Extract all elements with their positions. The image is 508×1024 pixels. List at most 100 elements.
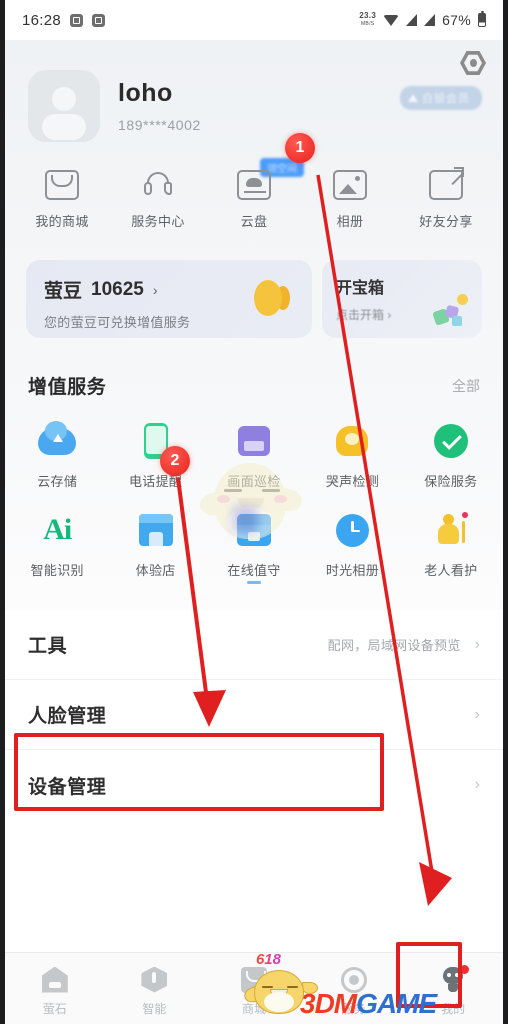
list-row-device-management[interactable]: 设备管理 › [0,750,508,820]
quick-action-row: 我的商城 服务中心 领空间 云盘 相册 好友分享 [0,142,508,230]
list-row-desc: 配网，局域网设备预览 [327,638,461,653]
quick-action-label: 我的商城 [35,214,89,229]
quick-action-cloud-disk[interactable]: 领空间 云盘 [206,158,304,230]
mail-icon [45,170,79,200]
profile-header[interactable]: loho 189****4002 白银会员 [0,40,508,142]
quick-action-friend-share[interactable]: 好友分享 [398,167,494,230]
quick-action-label: 相册 [336,214,364,229]
chevron-right-icon: › [474,635,480,653]
profile-info: loho 189****4002 [118,79,201,133]
service-label: 体验店 [135,563,176,578]
notification-dot [460,964,470,974]
vip-arrow-icon [408,94,418,102]
status-time: 16:28 [22,11,62,29]
ai-icon: Ai [43,513,72,546]
service-label: 智能识别 [30,563,84,578]
chick-mascot-overlay [197,455,304,547]
nav-label: 萤石 [42,1001,67,1016]
wifi-icon [383,14,400,26]
vip-badge-label: 白银会员 [422,93,470,105]
cloud-storage-icon [37,420,77,461]
service-label: 在线值守 [227,563,281,578]
bean-balance-card[interactable]: 萤豆 10625 › 您的萤豆可兑换增值服务 [26,260,312,338]
profile-phone: 189****4002 [118,117,201,133]
active-indicator [247,581,262,584]
service-label: 老人看护 [424,563,478,578]
temperature-indicator: 23.3 MB/S [359,11,377,28]
service-label: 时光相册 [325,563,380,578]
nav-tab-smart[interactable]: 智能 [105,966,205,1017]
list-row-title: 设备管理 [28,776,107,798]
cloud-disk-icon [237,170,271,200]
service-cloud-storage[interactable]: 云存储 [8,420,106,510]
cry-detection-icon [332,421,372,461]
chevron-right-icon: › [152,281,158,298]
battery-icon [478,11,486,27]
status-bar-right: 23.3 MB/S 67% [359,11,486,28]
screenshot-icon [92,13,106,27]
profile-name: loho [118,79,173,107]
signal-icon [406,14,418,26]
service-elder-care[interactable]: 老人看护 [402,510,500,604]
photo-icon [333,170,367,200]
battery-percent: 67% [442,12,471,28]
service-label: 云存储 [37,474,78,489]
phone-screen: 16:28 23.3 MB/S 67% loho 189****4002 白银会… [0,0,508,1024]
value-added-header: 增值服务 全部 [0,338,508,399]
view-all-link[interactable]: 全部 [452,376,480,396]
quick-action-my-mall[interactable]: 我的商城 [14,170,110,230]
home-icon [41,966,68,993]
signal-icon [424,14,436,26]
elder-care-icon [431,510,471,550]
store-icon [136,510,176,550]
list-row-face-management[interactable]: 人脸管理 › [0,680,508,750]
avatar-head [52,87,76,111]
site-watermark: 3DMGAME [242,970,437,1020]
phone-alert-icon [136,421,176,461]
nav-badge-618: 618 [255,950,281,968]
service-insurance[interactable]: 保险服务 [402,421,500,510]
watermark-text: 3DMGAME [300,988,437,1020]
quick-action-label: 服务中心 [131,214,185,229]
smart-icon [141,966,168,993]
service-label: 保险服务 [424,474,478,489]
chevron-right-icon: › [474,776,480,793]
list-row-tools[interactable]: 工具 配网，局域网设备预览 › [0,610,508,680]
nav-tab-ezviz[interactable]: 萤石 [5,966,105,1017]
chick-mascot-icon [242,966,318,1016]
share-icon [429,167,464,200]
list-row-title: 工具 [28,636,68,657]
quick-action-label: 云盘 [240,214,268,229]
service-experience-store[interactable]: 体验店 [106,510,204,604]
vip-badge[interactable]: 白银会员 [400,86,482,110]
bean-amount: 10625 [91,278,144,300]
service-phone-alert[interactable]: 电话提醒 [106,421,204,510]
avatar[interactable] [28,70,100,142]
chevron-right-icon: › [474,705,480,723]
section-title: 增值服务 [28,377,107,398]
quick-action-service-center[interactable]: 服务中心 [110,170,206,230]
list-row-title: 人脸管理 [28,706,107,727]
service-label: 电话提醒 [129,474,183,489]
service-cry-detection[interactable]: 哭声检测 [303,421,401,510]
avatar-body [42,114,86,140]
quick-action-label: 好友分享 [419,214,473,229]
nav-label: 我的 [441,1001,466,1016]
profile-icon [440,964,470,993]
open-box-card[interactable]: 开宝箱 点击开箱 › [322,260,482,338]
insurance-shield-icon [431,421,471,461]
coin-icon [254,278,290,318]
service-ai-recognition[interactable]: Ai 智能识别 [8,510,106,604]
service-label: 哭声检测 [325,474,380,489]
promo-cards: 萤豆 10625 › 您的萤豆可兑换增值服务 开宝箱 点击开箱 › [0,230,508,338]
service-time-album[interactable]: 时光相册 [303,510,401,604]
quick-action-album[interactable]: 相册 [302,170,398,230]
watermark-text-blue: GAME [356,988,437,1019]
status-bar-left: 16:28 [22,11,106,29]
clock-album-icon [332,510,372,550]
bean-label: 萤豆 [44,281,83,302]
nav-label: 智能 [142,1001,167,1016]
status-bar: 16:28 23.3 MB/S 67% [0,0,508,40]
gift-box-icon [430,292,470,328]
settings-list: 工具 配网，局域网设备预览 › 人脸管理 › 设备管理 › [0,610,508,820]
